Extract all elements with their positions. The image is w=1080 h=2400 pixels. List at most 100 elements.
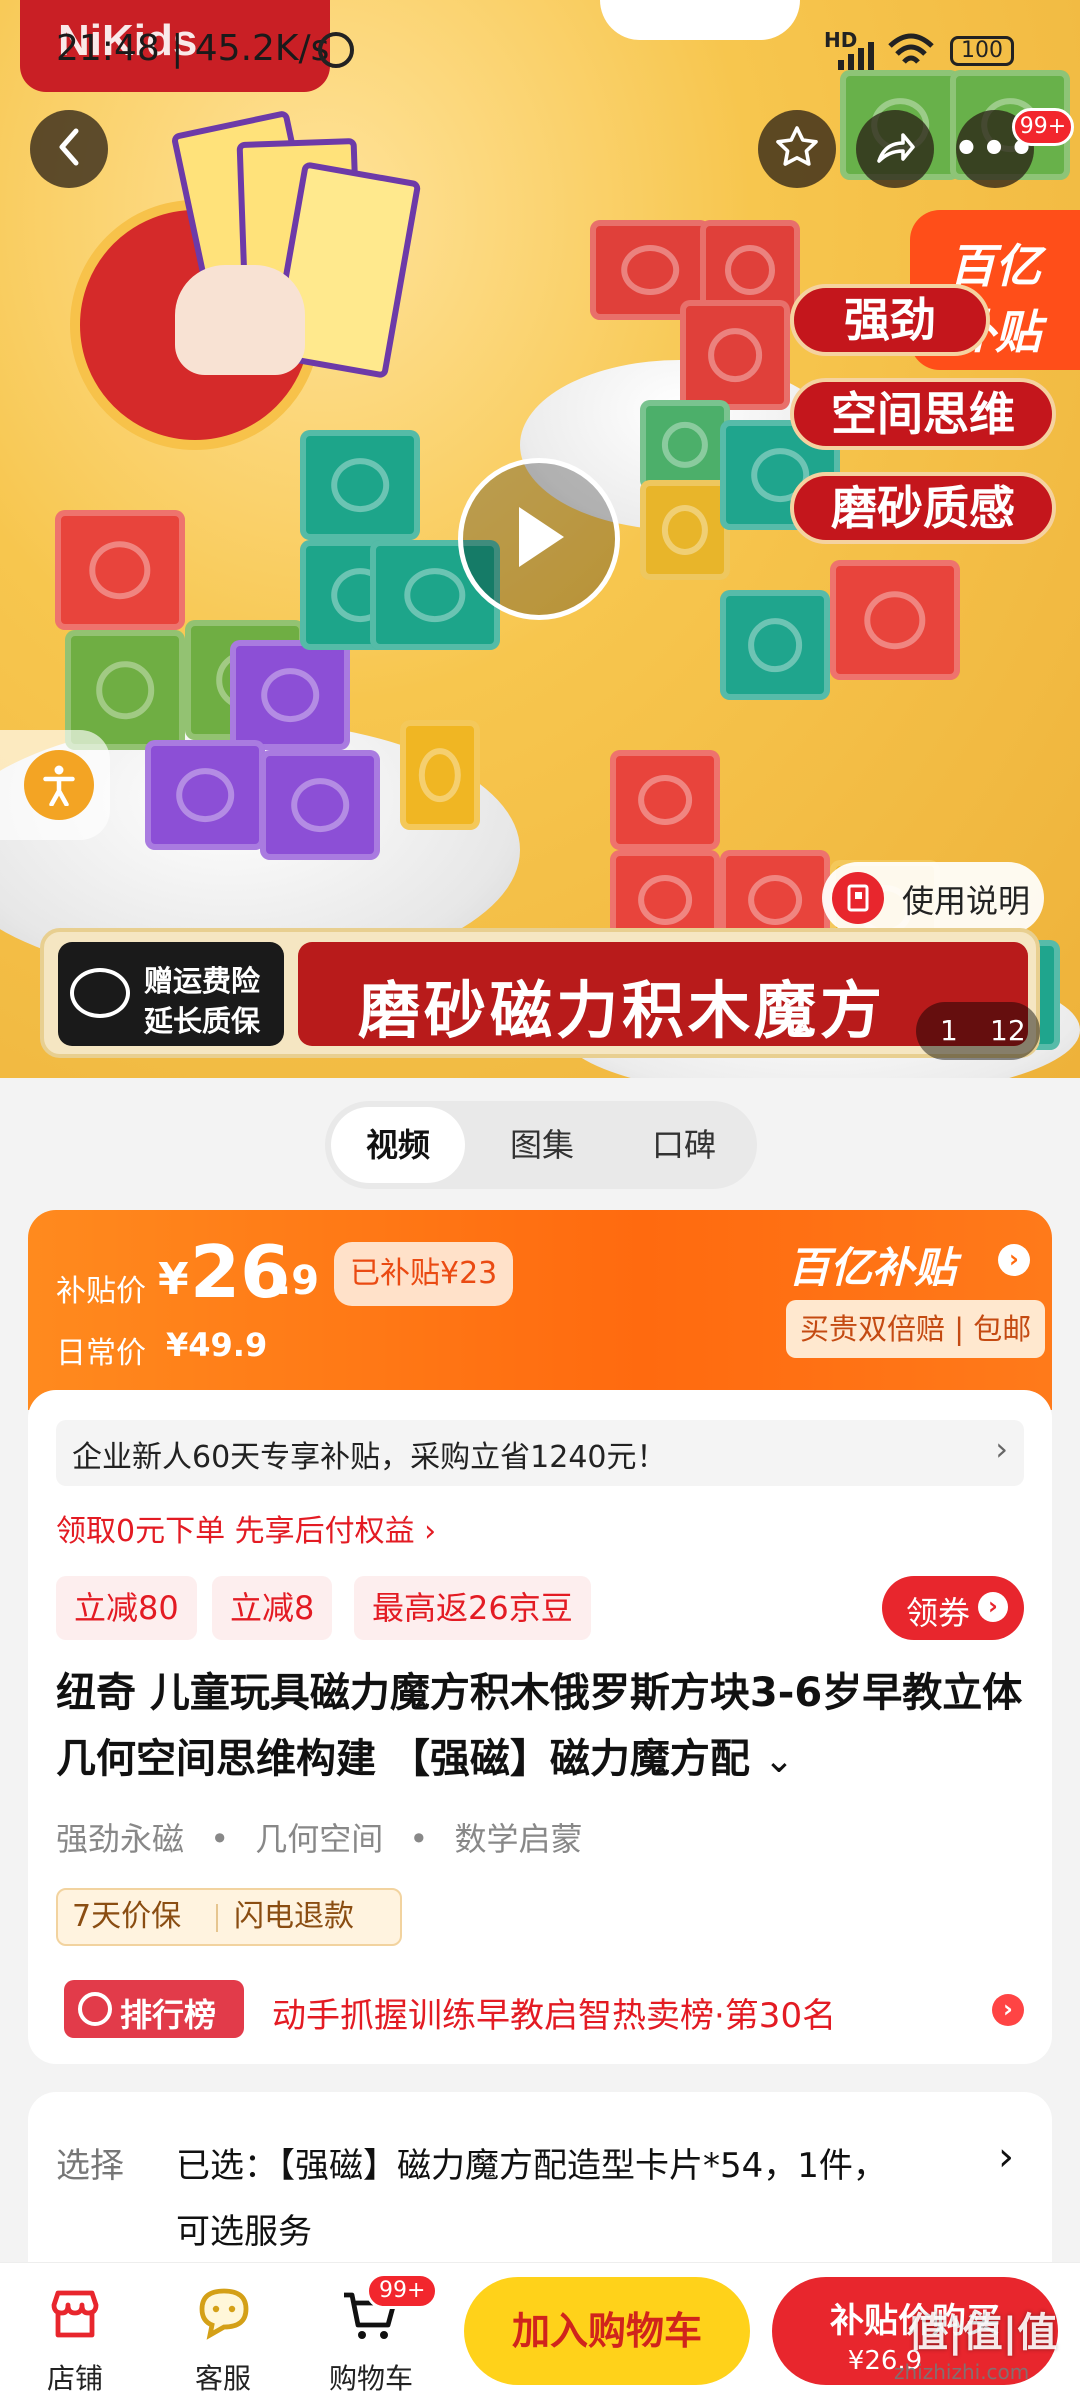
coupon-button[interactable]: 领券 › bbox=[882, 1576, 1024, 1640]
pay-later-link[interactable]: 领取0元下单 先享后付权益 › bbox=[56, 1506, 436, 1556]
media-tabs: 视频 图集 口碑 bbox=[325, 1101, 757, 1189]
service-divider bbox=[216, 1904, 218, 1932]
cube-teal bbox=[720, 590, 830, 700]
manual-button[interactable]: 使用说明 bbox=[822, 862, 1044, 934]
store-icon bbox=[46, 2285, 104, 2343]
cart-label: 购物车 bbox=[328, 2362, 413, 2395]
beans-chip[interactable]: 最高返26京豆 bbox=[354, 1576, 591, 1640]
feature-tag: 磨砂质感 bbox=[790, 472, 1056, 544]
back-button[interactable] bbox=[30, 110, 108, 188]
ranking-badge-label: 排行榜 bbox=[120, 1996, 217, 2034]
selection-value-extra: 可选服务 bbox=[176, 2212, 312, 2252]
page-total: 12 bbox=[990, 1014, 1026, 1047]
status-time: 21:48 | 45.2K/s bbox=[56, 28, 330, 69]
chevron-right-icon: › bbox=[995, 1430, 1008, 1468]
selection-label: 选择 bbox=[56, 2146, 124, 2186]
book-icon bbox=[832, 872, 884, 924]
product-title: 纽奇 儿童玩具磁力魔方积木俄罗斯方块3-6岁早教立体几何空间思维构建 【强磁】磁… bbox=[56, 1660, 1036, 1800]
service-tags[interactable]: 7天价保 闪电退款 bbox=[56, 1888, 402, 1946]
ranking-badge: 排行榜 bbox=[64, 1980, 244, 2038]
daily-price-label: 日常价 bbox=[56, 1336, 146, 1371]
play-icon bbox=[509, 502, 569, 576]
feature-dot: • bbox=[409, 1820, 429, 1858]
enterprise-promo-row[interactable]: 企业新人60天专享补贴，采购立省1240元！ › bbox=[56, 1420, 1024, 1486]
image-page-indicator: 1 12 bbox=[916, 1002, 1040, 1060]
chevron-right-icon: › bbox=[998, 2134, 1014, 2180]
hand-illustration bbox=[175, 265, 305, 375]
cube-purple bbox=[260, 750, 380, 860]
battery-icon: 100 bbox=[950, 36, 1014, 66]
cube-teal bbox=[300, 430, 420, 540]
subsidy-program-name: 百亿补贴 bbox=[788, 1243, 957, 1292]
truck-icon bbox=[70, 968, 130, 1018]
price-label: 补贴价 bbox=[56, 1274, 146, 1309]
alarm-icon bbox=[318, 32, 354, 68]
discount-chip[interactable]: 立减8 bbox=[212, 1576, 333, 1640]
promo-banner: 赠运费险 延长质保 磨砂磁力积木魔方 bbox=[40, 928, 1040, 1058]
enterprise-promo-text: 企业新人60天专享补贴，采购立省1240元！ bbox=[72, 1440, 667, 1475]
guarantee-tag: 买贵双倍赔 | 包邮 bbox=[786, 1300, 1046, 1358]
tab-reviews[interactable]: 口碑 bbox=[617, 1107, 751, 1183]
cube-yellow bbox=[640, 480, 730, 580]
watermark-site: zhizhizhi.com bbox=[894, 2360, 1030, 2384]
cube-red bbox=[55, 510, 185, 630]
status-bar: 21:48 | 45.2K/s HD 100 bbox=[0, 28, 1080, 78]
chevron-right-icon: › bbox=[998, 1244, 1030, 1276]
price-decimal: .9 bbox=[276, 1258, 320, 1304]
ranking-row[interactable]: 排行榜 动手抓握训练早教启智热卖榜·第30名 › bbox=[56, 1980, 1024, 2046]
tab-gallery[interactable]: 图集 bbox=[475, 1107, 609, 1183]
service-tag: 闪电退款 bbox=[234, 1899, 354, 1934]
cube-purple bbox=[145, 740, 265, 850]
chevron-down-icon[interactable]: ⌄ bbox=[764, 1740, 794, 1781]
star-icon bbox=[773, 123, 821, 175]
coupon-label: 领券 bbox=[906, 1594, 971, 1632]
subsidy-amount-tag: 已补贴¥23 bbox=[334, 1242, 514, 1306]
message-count-badge: 99+ bbox=[1012, 108, 1074, 146]
feature-item: 强劲永磁 bbox=[56, 1820, 185, 1858]
daily-price-value: ¥49.9 bbox=[166, 1326, 268, 1364]
share-icon bbox=[871, 123, 919, 175]
store-label: 店铺 bbox=[46, 2362, 103, 2395]
product-gallery[interactable]: NiKids 21:48 | 45.2K/s HD 100 ••• 99+ 百亿… bbox=[0, 0, 1080, 1078]
trophy-icon bbox=[78, 1992, 112, 2026]
selection-value: 已选：【强磁】磁力魔方配造型卡片*54，1件， bbox=[176, 2146, 887, 2186]
accessibility-icon bbox=[24, 750, 94, 820]
insurance-line2: 延长质保 bbox=[144, 1004, 261, 1038]
cart-badge: 99+ bbox=[366, 2273, 439, 2309]
feature-list: 强劲永磁 • 几何空间 • 数学启蒙 bbox=[56, 1814, 582, 1864]
product-title-text: 纽奇 儿童玩具磁力魔方积木俄罗斯方块3-6岁早教立体几何空间思维构建 【强磁】磁… bbox=[56, 1670, 1023, 1782]
accessibility-dock[interactable] bbox=[0, 730, 110, 840]
cube-yellow bbox=[400, 720, 480, 830]
manual-label: 使用说明 bbox=[902, 882, 1031, 920]
wifi-icon bbox=[888, 32, 934, 72]
cube-red bbox=[830, 560, 960, 680]
chevron-right-icon: › bbox=[992, 1994, 1024, 2026]
cube-red bbox=[680, 300, 790, 410]
feature-item: 数学启蒙 bbox=[454, 1820, 583, 1858]
tab-video[interactable]: 视频 bbox=[331, 1107, 465, 1183]
customer-service-button[interactable]: 客服 bbox=[168, 2273, 278, 2395]
add-to-cart-button[interactable]: 加入购物车 bbox=[464, 2277, 750, 2385]
service-tag: 7天价保 bbox=[72, 1899, 182, 1934]
favorite-button[interactable] bbox=[758, 110, 836, 188]
cart-button[interactable]: 99+ 购物车 bbox=[316, 2273, 439, 2395]
watermark-logo: 值|值|值 bbox=[908, 2310, 1058, 2356]
page-current: 1 bbox=[940, 1014, 958, 1047]
shipping-insurance-badge: 赠运费险 延长质保 bbox=[58, 942, 284, 1046]
discount-chip[interactable]: 立减80 bbox=[56, 1576, 197, 1640]
customer-service-label: 客服 bbox=[194, 2362, 251, 2395]
ranking-text: 动手抓握训练早教启智热卖榜·第30名 bbox=[272, 1996, 837, 2036]
play-video-button[interactable] bbox=[458, 458, 620, 620]
share-button[interactable] bbox=[856, 110, 934, 188]
feature-dot: • bbox=[210, 1820, 230, 1858]
cube-red bbox=[610, 750, 720, 850]
chevron-right-icon: › bbox=[978, 1592, 1008, 1622]
insurance-line1: 赠运费险 bbox=[144, 964, 261, 998]
feature-tag: 强劲 bbox=[790, 284, 990, 356]
price-currency: ¥ bbox=[158, 1254, 189, 1305]
chat-icon bbox=[194, 2283, 254, 2343]
cube-green bbox=[640, 400, 730, 490]
subsidy-program-link[interactable]: 百亿补贴 › bbox=[788, 1230, 1048, 1292]
watermark: 值|值|值 zhizhizhi.com bbox=[890, 2300, 1076, 2396]
store-button[interactable]: 店铺 bbox=[20, 2273, 130, 2395]
